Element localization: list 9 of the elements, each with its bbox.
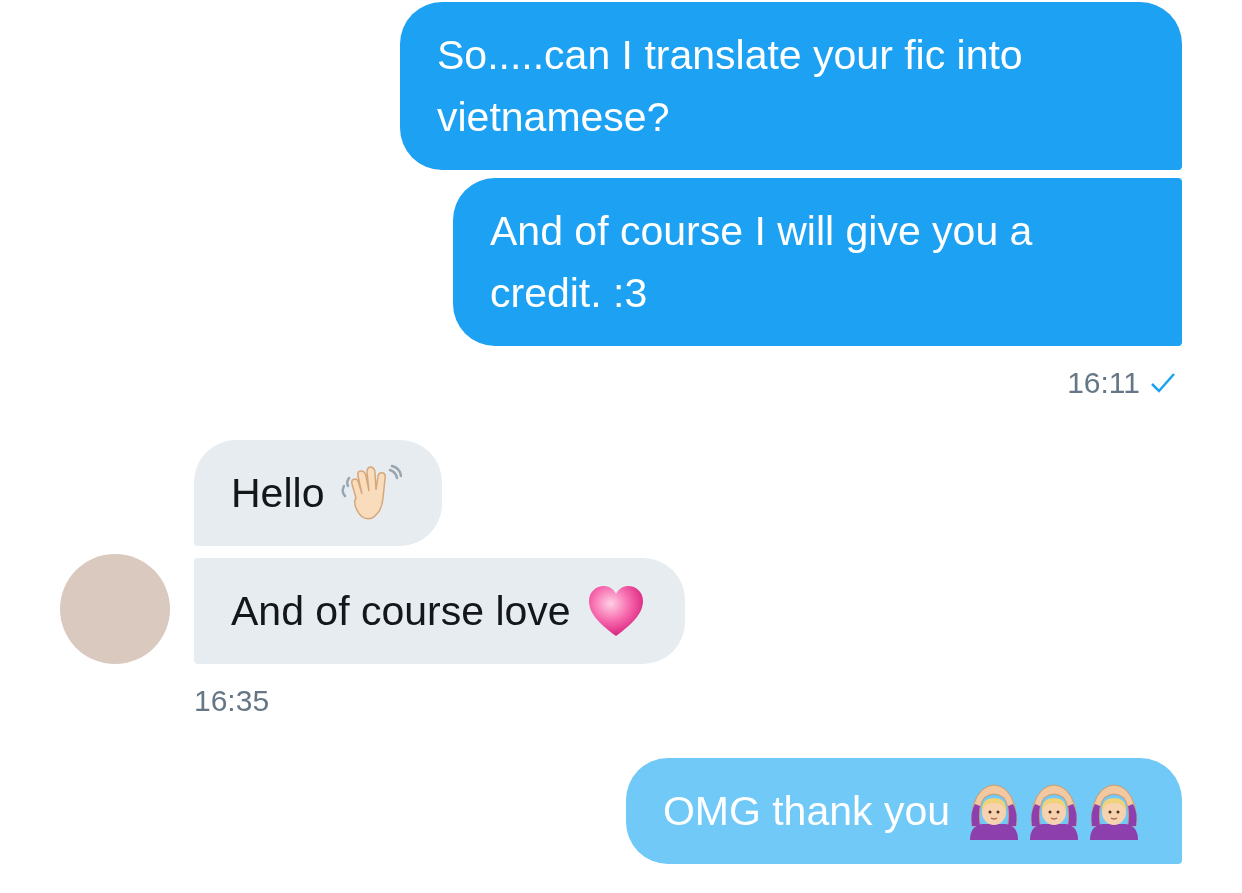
waving-hand-icon <box>340 464 403 522</box>
heart-icon <box>586 584 645 638</box>
message-text: Hello <box>231 469 325 518</box>
message-text: And of course I will give you a credit. :3 <box>490 207 1034 318</box>
message-text: And of course love <box>231 587 571 636</box>
message-text: So.....can I translate your fic into vietnamese? <box>437 31 1024 142</box>
message-text: OMG thank you <box>662 787 950 836</box>
timestamp: 16:35 <box>194 684 270 718</box>
timestamp: 16:11 <box>1067 366 1140 400</box>
